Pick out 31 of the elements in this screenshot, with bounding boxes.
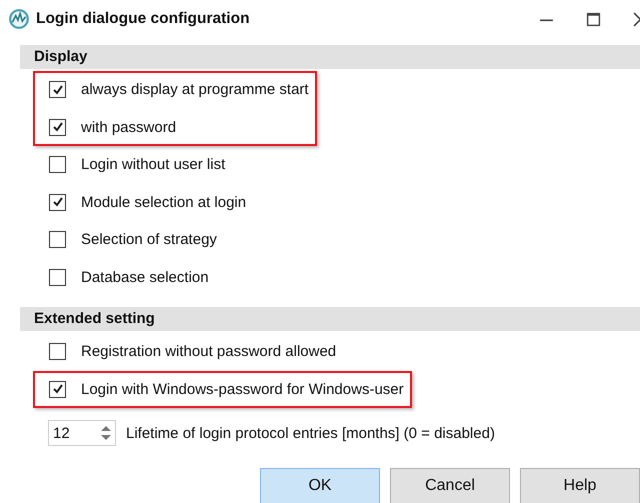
- section-header: Extended setting: [20, 307, 640, 331]
- checkbox-label[interactable]: Login with Windows-password for Windows-user: [81, 380, 404, 398]
- checkbox[interactable]: [49, 380, 66, 398]
- checkbox-label[interactable]: always display at programme start: [81, 81, 309, 98]
- checkbox[interactable]: [49, 194, 66, 211]
- checkmark-icon: [52, 383, 64, 396]
- checkbox[interactable]: [49, 118, 66, 136]
- checkbox-label[interactable]: Selection of strategy: [81, 231, 217, 248]
- checkbox-label[interactable]: Module selection at login: [81, 194, 246, 211]
- number-spinner[interactable]: 12: [48, 420, 116, 446]
- checkmark-icon: [52, 84, 64, 96]
- spin-arrows-icon[interactable]: [99, 423, 113, 443]
- checkmark-icon: [52, 196, 64, 208]
- checkbox-label[interactable]: Login without user list: [81, 156, 226, 174]
- checkbox-label[interactable]: Database selection: [81, 268, 209, 286]
- checkbox-label[interactable]: with password: [81, 118, 176, 136]
- checkbox[interactable]: [49, 343, 66, 360]
- app-logo-icon: [8, 8, 30, 30]
- spinner-label: Lifetime of login protocol entries [months] (0 = disabled): [126, 424, 495, 442]
- section-header: Display: [20, 45, 640, 69]
- window-title: Login dialogue configuration: [36, 10, 250, 28]
- checkbox-label[interactable]: Registration without password allowed: [81, 343, 336, 360]
- checkbox[interactable]: [49, 156, 66, 174]
- dialog-button[interactable]: Help: [520, 468, 640, 503]
- ok-button[interactable]: OK: [260, 468, 380, 503]
- checkbox[interactable]: [49, 268, 66, 286]
- checkbox[interactable]: [49, 81, 66, 98]
- checkbox[interactable]: [49, 231, 66, 248]
- maximize-icon[interactable]: [586, 12, 601, 26]
- dialog-button[interactable]: Cancel: [390, 468, 510, 503]
- checkmark-icon: [52, 121, 64, 134]
